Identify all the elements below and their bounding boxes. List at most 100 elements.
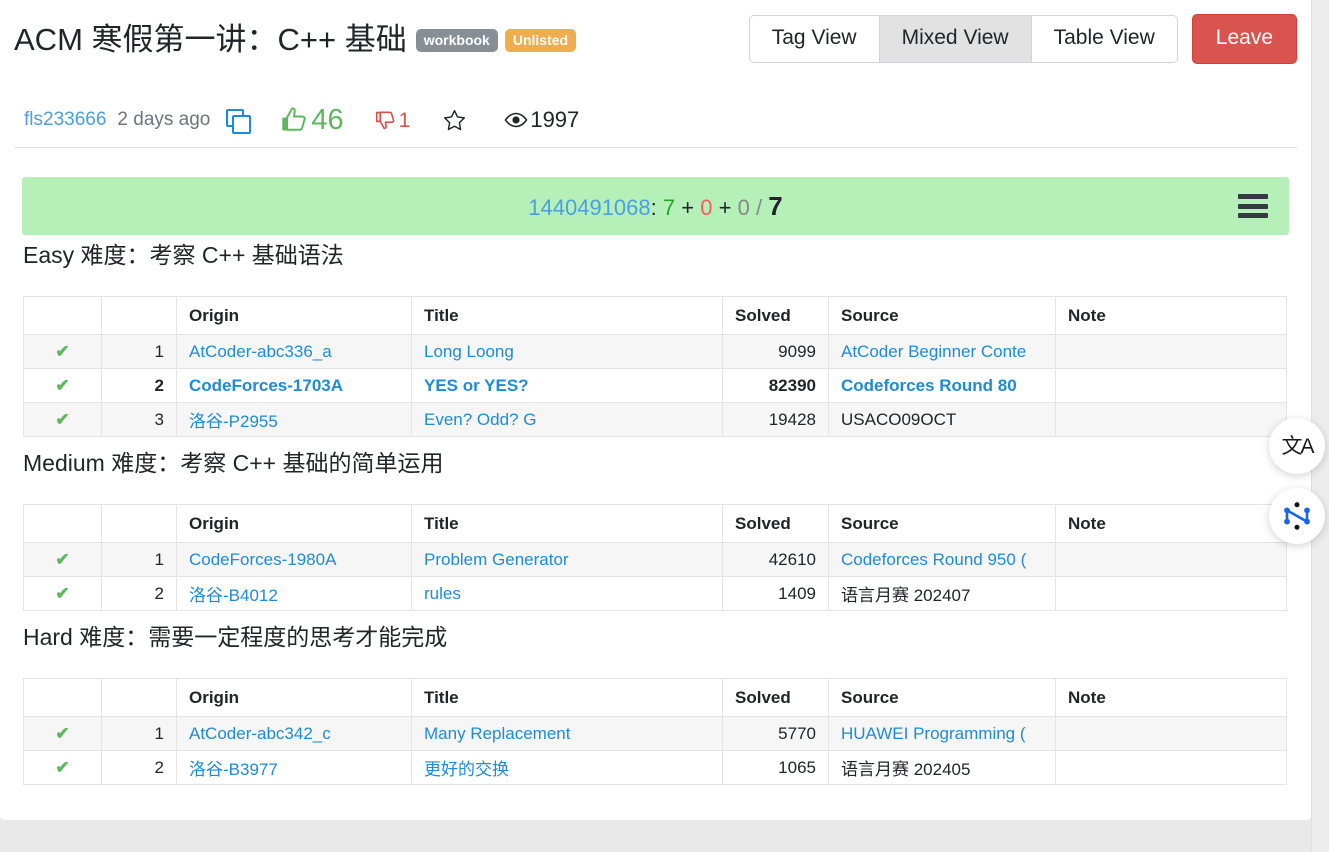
table-row[interactable]: ✔ 1 AtCoder-abc342_c Many Replacement 57… <box>23 716 1287 751</box>
hamburger-menu-icon[interactable] <box>1238 194 1268 218</box>
problem-source-link[interactable]: AtCoder Beginner Conte <box>828 334 1056 369</box>
tab-tag-view[interactable]: Tag View <box>749 16 880 62</box>
table-header-row: Origin Title Solved Source Note <box>23 678 1287 717</box>
page-header: ACM 寒假第一讲：C++ 基础 workbook Unlisted Tag V… <box>14 8 1297 70</box>
row-index: 1 <box>101 716 177 751</box>
table-row[interactable]: ✔ 2 洛谷-B4012 rules 1409 语言月赛 202407 <box>23 576 1287 611</box>
problem-origin-link[interactable]: AtCoder-abc342_c <box>176 716 412 751</box>
col-header-title[interactable]: Title <box>411 678 723 717</box>
col-header-origin[interactable]: Origin <box>176 678 412 717</box>
page-title: ACM 寒假第一讲：C++ 基础 <box>14 21 407 57</box>
solved-check-icon: ✔ <box>55 549 70 569</box>
header-divider <box>14 147 1297 148</box>
problem-note <box>1055 542 1287 577</box>
leave-button[interactable]: Leave <box>1191 14 1297 64</box>
col-header-note: Note <box>1055 296 1287 335</box>
favorite-button[interactable] <box>442 108 467 133</box>
row-index: 2 <box>101 576 177 611</box>
problem-note <box>1055 334 1287 369</box>
solved-count: 42610 <box>722 542 829 577</box>
solved-count: 82390 <box>722 368 829 403</box>
copy-icon[interactable] <box>226 109 252 134</box>
view-mode-button-group: Tag View Mixed View Table View <box>748 15 1178 63</box>
problem-source-link[interactable]: Codeforces Round 80 <box>828 368 1056 403</box>
table-header-row: Origin Title Solved Source Note <box>23 296 1287 335</box>
problem-title-link[interactable]: Long Loong <box>411 334 723 369</box>
progress-summary: 1440491068: 7 + 0 + 0 / 7 <box>528 193 782 219</box>
meta-row: fls233666 2 days ago 46 1 1997 <box>24 98 579 142</box>
problem-origin-link[interactable]: AtCoder-abc336_a <box>176 334 412 369</box>
thumbs-up-icon <box>282 107 307 131</box>
problem-title-link[interactable]: rules <box>411 576 723 611</box>
table-row[interactable]: ✔ 1 AtCoder-abc336_a Long Loong 9099 AtC… <box>23 334 1287 369</box>
col-header-note: Note <box>1055 504 1287 543</box>
row-index: 3 <box>101 402 177 437</box>
title-badges: workbook Unlisted <box>415 29 577 52</box>
like-button[interactable]: 46 <box>280 105 344 135</box>
solved-count: 1065 <box>722 750 829 785</box>
table-row[interactable]: ✔ 2 洛谷-B3977 更好的交换 1065 语言月赛 202405 <box>23 750 1287 785</box>
problem-note <box>1055 402 1287 437</box>
table-row[interactable]: ✔ 1 CodeForces-1980A Problem Generator 4… <box>23 542 1287 577</box>
problem-note <box>1055 576 1287 611</box>
col-header-index[interactable] <box>101 678 177 717</box>
timestamp: 2 days ago <box>117 109 211 130</box>
graph-fab-button[interactable] <box>1269 488 1325 544</box>
solved-check-icon: ✔ <box>55 723 70 743</box>
problem-origin-link[interactable]: CodeForces-1980A <box>176 542 412 577</box>
col-header-solved[interactable]: Solved <box>722 504 829 543</box>
problem-note <box>1055 716 1287 751</box>
problem-origin-link[interactable]: CodeForces-1703A <box>176 368 412 403</box>
problem-title-link[interactable]: Problem Generator <box>411 542 723 577</box>
problem-origin-link[interactable]: 洛谷-B3977 <box>176 750 412 785</box>
problem-source-link[interactable]: HUAWEI Programming ( <box>828 716 1056 751</box>
table-row[interactable]: ✔ 2 CodeForces-1703A YES or YES? 82390 C… <box>23 368 1287 403</box>
solved-check-icon: ✔ <box>55 757 70 777</box>
tab-mixed-view[interactable]: Mixed View <box>879 16 1032 62</box>
dislike-count: 1 <box>398 108 411 132</box>
problem-origin-link[interactable]: 洛谷-B4012 <box>176 576 412 611</box>
problem-title-link[interactable]: Many Replacement <box>411 716 723 751</box>
col-header-source[interactable]: Source <box>828 504 1056 543</box>
dislike-button[interactable]: 1 <box>375 108 411 132</box>
col-header-origin[interactable]: Origin <box>176 296 412 335</box>
table-row[interactable]: ✔ 3 洛谷-P2955 Even? Odd? G 19428 USACO09O… <box>23 402 1287 437</box>
col-header-index[interactable] <box>101 504 177 543</box>
col-header-status[interactable] <box>23 504 102 543</box>
header-actions: Tag View Mixed View Table View Leave <box>748 14 1297 64</box>
table-header-row: Origin Title Solved Source Note <box>23 504 1287 543</box>
solved-count: 5770 <box>722 716 829 751</box>
problem-origin-link[interactable]: 洛谷-P2955 <box>176 402 412 437</box>
col-header-status[interactable] <box>23 296 102 335</box>
author-link[interactable]: fls233666 <box>24 109 106 131</box>
col-header-solved[interactable]: Solved <box>722 678 829 717</box>
translate-fab-button[interactable]: 文A <box>1269 418 1325 474</box>
col-header-solved[interactable]: Solved <box>722 296 829 335</box>
col-header-title[interactable]: Title <box>411 504 723 543</box>
row-index: 1 <box>101 334 177 369</box>
col-header-index[interactable] <box>101 296 177 335</box>
tab-table-view[interactable]: Table View <box>1031 16 1177 62</box>
col-header-source[interactable]: Source <box>828 296 1056 335</box>
solved-count: 9099 <box>722 334 829 369</box>
col-header-status[interactable] <box>23 678 102 717</box>
problem-note <box>1055 368 1287 403</box>
problem-title-link[interactable]: Even? Odd? G <box>411 402 723 437</box>
col-header-note: Note <box>1055 678 1287 717</box>
untried-count: 0 <box>737 195 750 220</box>
solved-check-icon: ✔ <box>55 375 70 395</box>
problem-title-link[interactable]: 更好的交换 <box>411 750 723 785</box>
submission-id[interactable]: 1440491068 <box>528 195 650 220</box>
problem-source-link[interactable]: Codeforces Round 950 ( <box>828 542 1056 577</box>
thumbs-down-icon <box>375 110 395 129</box>
col-header-origin[interactable]: Origin <box>176 504 412 543</box>
problem-source: 语言月赛 202405 <box>828 750 1056 785</box>
problem-title-link[interactable]: YES or YES? <box>411 368 723 403</box>
col-header-title[interactable]: Title <box>411 296 723 335</box>
col-header-source[interactable]: Source <box>828 678 1056 717</box>
solved-check-icon: ✔ <box>55 409 70 429</box>
translate-icon: 文A <box>1281 434 1314 458</box>
views-indicator: 1997 <box>504 108 579 132</box>
badge-unlisted: Unlisted <box>504 29 577 52</box>
wrong-count: 0 <box>700 195 713 220</box>
